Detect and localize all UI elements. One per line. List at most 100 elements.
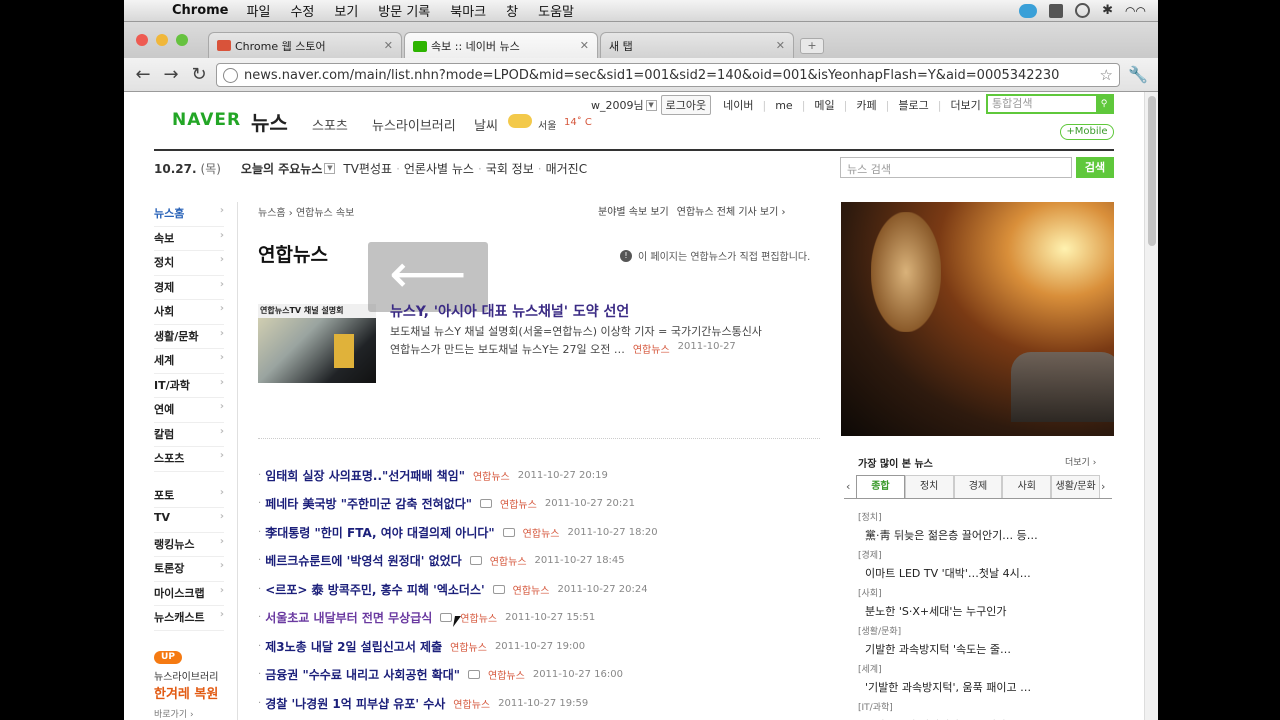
most-viewed-tab[interactable]: 종합 [856, 475, 905, 498]
news-source[interactable]: 연합뉴스 [460, 610, 497, 625]
link-blog[interactable]: 블로그 [898, 97, 928, 113]
username[interactable]: w_2009님 [591, 97, 644, 113]
menu-history[interactable]: 방문 기록 [378, 1, 430, 20]
by-section-link[interactable]: 분야별 속보 보기 [598, 203, 669, 218]
left-nav-item[interactable]: 마이스크랩 › [154, 582, 224, 606]
news-title-link[interactable]: 서울초교 내달부터 전면 무상급식 [265, 609, 432, 626]
left-nav-item[interactable]: 뉴스홈 › [154, 202, 224, 227]
search-icon[interactable]: ⚲ [1096, 96, 1112, 112]
news-title-link[interactable]: 임태희 실장 사의표명.."선거패배 책임" [265, 467, 465, 484]
twitter-icon[interactable] [1019, 3, 1038, 18]
news-title-link[interactable]: 제3노총 내달 2일 설립신고서 제출 [265, 638, 442, 655]
left-nav-item[interactable]: TV › [154, 508, 224, 533]
assembly-info-link[interactable]: 국회 정보 [486, 160, 534, 177]
hankyoreh-restore-link[interactable]: 한겨레 복원 [154, 683, 218, 702]
press-news-link[interactable]: 언론사별 뉴스 [404, 160, 474, 177]
close-tab-icon[interactable]: ✕ [580, 39, 589, 52]
left-nav-item[interactable]: 정치 › [154, 251, 224, 276]
nav-weather[interactable]: 날씨 [474, 115, 498, 134]
integrated-search-input[interactable]: 통합검색 ⚲ [986, 94, 1114, 114]
news-source[interactable]: 연합뉴스 [453, 696, 490, 711]
menu-help[interactable]: 도움말 [538, 1, 574, 20]
left-nav-item[interactable]: 세계 › [154, 349, 224, 374]
tab-naver-news[interactable]: 속보 :: 네이버 뉴스 ✕ [404, 32, 598, 59]
news-title-link[interactable]: 금융권 "수수료 내리고 사회공헌 확대" [265, 666, 460, 683]
news-title-link[interactable]: 경찰 '나경원 1억 피부샵 유포' 수사 [265, 695, 445, 712]
news-source[interactable]: 연합뉴스 [488, 667, 525, 682]
app-status-icon[interactable] [1049, 3, 1064, 18]
page-icon[interactable] [223, 67, 238, 83]
chevron-right-icon[interactable]: › [1101, 480, 1105, 493]
tab-chrome-web-store[interactable]: Chrome 웹 스토어 ✕ [208, 32, 402, 58]
most-viewed-tab[interactable]: 생활/문화 [1051, 475, 1100, 498]
news-source[interactable]: 연합뉴스 [500, 496, 537, 511]
left-nav-item[interactable]: 칼럼 › [154, 423, 224, 447]
left-nav-item[interactable]: 생활/문화 › [154, 325, 224, 349]
nav-news-library[interactable]: 뉴스라이브러리 [372, 115, 456, 134]
left-nav-item[interactable]: 랭킹뉴스 › [154, 533, 224, 557]
most-viewed-tab[interactable]: 사회 [1002, 475, 1052, 498]
vertical-scrollbar[interactable] [1144, 92, 1158, 720]
left-nav-item[interactable]: 포토 › [154, 484, 224, 508]
link-cafe[interactable]: 카페 [856, 97, 876, 113]
naver-logo[interactable]: NAVER [172, 110, 241, 130]
featured-source[interactable]: 연합뉴스 [633, 341, 670, 357]
news-title-link[interactable]: <르포> 泰 방콕주민, 홍수 피해 '엑소더스' [265, 581, 484, 598]
zoom-window-icon[interactable] [176, 34, 188, 46]
new-tab-button[interactable]: + [800, 38, 824, 54]
news-source[interactable]: 연합뉴스 [450, 639, 487, 654]
mobile-button[interactable]: +Mobile [1060, 124, 1114, 140]
bookmark-star-icon[interactable]: ☆ [1100, 66, 1113, 84]
magazine-link[interactable]: 매거진C [546, 160, 588, 177]
tv-schedule-link[interactable]: TV편성표 [343, 160, 392, 177]
chevron-down-icon[interactable]: ▼ [645, 99, 657, 111]
left-nav-item[interactable]: 사회 › [154, 300, 224, 325]
menu-bookmarks[interactable]: 북마크 [450, 1, 486, 20]
close-window-icon[interactable] [136, 34, 148, 46]
news-logo[interactable]: 뉴스 [251, 107, 288, 136]
reload-icon[interactable]: ↻ [188, 64, 210, 85]
news-search-button[interactable]: 검색 [1076, 157, 1114, 178]
left-nav-item[interactable]: 스포츠 › [154, 447, 224, 472]
news-source[interactable]: 연합뉴스 [513, 582, 550, 597]
chevron-down-icon[interactable]: ▼ [324, 163, 336, 174]
most-viewed-tab[interactable]: 정치 [904, 475, 954, 498]
news-source[interactable]: 연합뉴스 [473, 468, 510, 483]
menu-view[interactable]: 보기 [334, 1, 358, 20]
nav-sports[interactable]: 스포츠 [312, 115, 348, 134]
scrollbar-thumb[interactable] [1148, 96, 1156, 246]
all-yonhap-link[interactable]: 연합뉴스 전체 기사 보기 › [677, 203, 786, 218]
url-text[interactable]: news.naver.com/main/list.nhn?mode=LPOD&m… [244, 68, 1059, 83]
left-nav-item[interactable]: 속보 › [154, 227, 224, 251]
bluetooth-icon[interactable]: ✱ [1102, 3, 1113, 18]
left-nav-item[interactable]: 뉴스캐스트 › [154, 606, 224, 631]
left-nav-item[interactable]: 연예 › [154, 398, 224, 423]
link-mail[interactable]: 메일 [814, 97, 834, 113]
news-title-link[interactable]: 李대통령 "한미 FTA, 여야 대결의제 아니다" [265, 524, 494, 541]
close-tab-icon[interactable]: ✕ [384, 39, 393, 52]
menu-file[interactable]: 파일 [247, 1, 271, 20]
news-source[interactable]: 연합뉴스 [523, 525, 560, 540]
featured-thumbnail[interactable]: 연합뉴스TV 채널 설명회 [258, 304, 376, 383]
most-viewed-item[interactable]: '기발한 과속방지턱', 움푹 패이고 … [865, 679, 1031, 695]
menu-edit[interactable]: 수정 [290, 1, 314, 20]
most-viewed-more-link[interactable]: 더보기 › [1065, 455, 1096, 468]
news-search-input[interactable]: 뉴스 검색 [840, 157, 1072, 178]
most-viewed-item[interactable]: 黨·靑 뒤늦은 젊은층 끌어안기… 등… [865, 527, 1038, 543]
photo-ad-banner[interactable] [841, 202, 1114, 436]
featured-title[interactable]: 뉴스Y, '아시아 대표 뉴스채널' 도약 선언 [390, 301, 629, 321]
most-viewed-item[interactable]: 이마트 LED TV '대박'…첫날 4시… [865, 565, 1031, 581]
news-title-link[interactable]: 페네타 美국방 "주한미군 감축 전혀없다" [265, 495, 472, 512]
forward-icon[interactable]: → [160, 64, 182, 85]
left-nav-item[interactable]: 경제 › [154, 276, 224, 300]
logout-button[interactable]: 로그아웃 [660, 95, 712, 115]
minimize-window-icon[interactable] [156, 34, 168, 46]
link-naver[interactable]: 네이버 [723, 97, 753, 113]
link-more[interactable]: 더보기 [950, 97, 980, 113]
news-title-link[interactable]: 베르크슈룬트에 '박영석 원정대' 없었다 [265, 552, 462, 569]
news-source[interactable]: 연합뉴스 [490, 553, 527, 568]
back-icon[interactable]: ← [132, 64, 154, 85]
menu-window[interactable]: 창 [506, 1, 518, 20]
wifi-icon[interactable]: ◠◠ [1125, 4, 1146, 18]
news-library-label[interactable]: 뉴스라이브러리 [154, 668, 218, 683]
